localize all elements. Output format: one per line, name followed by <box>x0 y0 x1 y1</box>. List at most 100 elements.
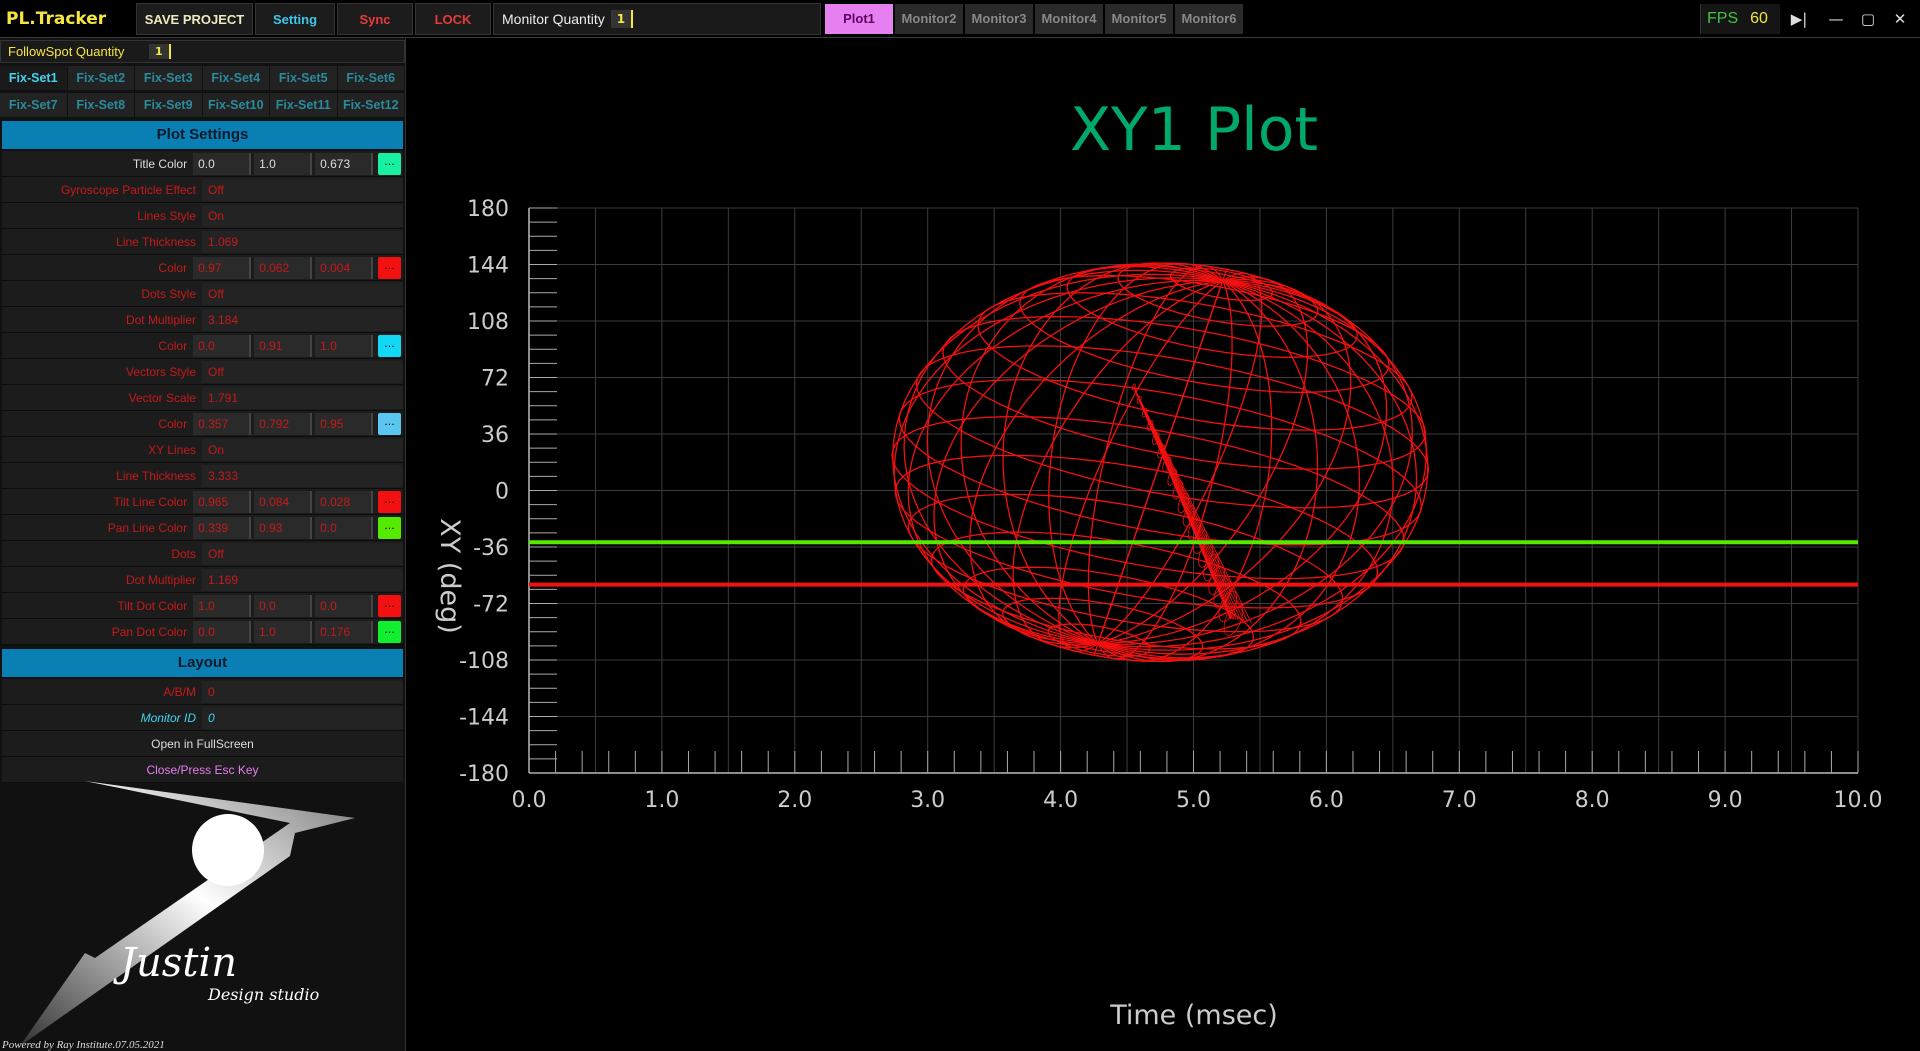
monitor-quantity-label: Monitor Quantity <box>502 10 605 27</box>
rgb-channel-input[interactable]: 0.965 <box>193 490 252 513</box>
tab-monitor6[interactable]: Monitor6 <box>1175 3 1243 34</box>
followspot-quantity-field[interactable]: FollowSpot Quantity 1 <box>0 40 405 63</box>
rgb-channel-input[interactable]: 0.339 <box>193 516 252 539</box>
maximize-icon[interactable]: ▢ <box>1852 0 1884 38</box>
followspot-quantity-label: FollowSpot Quantity <box>8 44 125 59</box>
followspot-quantity-input[interactable]: 1 <box>149 44 171 59</box>
color-picker-button[interactable]: ... <box>378 152 401 175</box>
tab-fixset5[interactable]: Fix-Set5 <box>270 66 337 90</box>
rgb-channel-input[interactable]: 0.028 <box>315 490 374 513</box>
setting-label: Gyroscope Particle Effect <box>60 182 196 197</box>
setting-value-input[interactable]: Off <box>202 542 403 565</box>
rgb-channel-input[interactable]: 0.91 <box>254 334 313 357</box>
skip-icon[interactable]: ▶| <box>1783 0 1815 38</box>
minimize-icon[interactable]: — <box>1820 0 1852 38</box>
setting-value-input[interactable]: 1.791 <box>202 386 403 409</box>
color-picker-button[interactable]: ... <box>378 516 401 539</box>
y-tick-label: -144 <box>459 706 509 731</box>
rgb-channel-input[interactable]: 1.0 <box>254 620 313 643</box>
tab-fixset8[interactable]: Fix-Set8 <box>67 93 134 117</box>
setting-value-input[interactable]: Off <box>202 282 403 305</box>
tab-fixset2[interactable]: Fix-Set2 <box>67 66 134 90</box>
monitor-quantity-input[interactable]: 1 <box>610 9 634 28</box>
rgb-channel-input[interactable]: 0.176 <box>315 620 374 643</box>
setting-label: Dots <box>171 546 196 561</box>
rgb-channel-input[interactable]: 0.0 <box>193 334 252 357</box>
tab-fixset9[interactable]: Fix-Set9 <box>135 93 202 117</box>
sync-button[interactable]: Sync <box>337 2 413 35</box>
setting-row: Dots Style Off <box>2 281 403 307</box>
x-tick-label: 9.0 <box>1708 788 1743 813</box>
y-tick-label: -180 <box>459 762 509 787</box>
color-picker-button[interactable]: ... <box>378 620 401 643</box>
color-picker-button[interactable]: ... <box>378 334 401 357</box>
rgb-channel-input[interactable]: 0.357 <box>193 412 252 435</box>
monitor-quantity-field[interactable]: Monitor Quantity 1 <box>493 2 821 35</box>
tab-fixset11[interactable]: Fix-Set11 <box>270 93 337 117</box>
lock-button[interactable]: LOCK <box>415 2 491 35</box>
tab-monitor2[interactable]: Monitor2 <box>895 3 963 34</box>
rgb-channel-input[interactable]: 0.0 <box>193 152 252 175</box>
rgb-channel-input[interactable]: 0.93 <box>254 516 313 539</box>
y-tick-label: 36 <box>481 423 509 448</box>
xy-plot[interactable]: XY1 Plot Time (msec) XY (deg) 0.0 1.0 2.0 3… <box>408 38 1920 1051</box>
setting-label: Dot Multiplier <box>125 572 196 587</box>
y-tick-label: 72 <box>481 367 509 392</box>
setting-label: Title Color <box>132 156 188 171</box>
tab-fixset6[interactable]: Fix-Set6 <box>337 66 404 90</box>
rgb-channel-input[interactable]: 0.084 <box>254 490 313 513</box>
monitor-id-input[interactable]: 0 <box>202 706 403 729</box>
rgb-inputs: 0.357 0.792 0.95 <box>193 412 376 435</box>
rgb-channel-input[interactable]: 0.0 <box>315 516 374 539</box>
setting-button[interactable]: Setting <box>255 2 335 35</box>
setting-label: Color <box>158 260 188 275</box>
rgb-channel-input[interactable]: 1.0 <box>315 334 374 357</box>
tab-fixset4[interactable]: Fix-Set4 <box>202 66 269 90</box>
rgb-channel-input[interactable]: 1.0 <box>254 152 313 175</box>
close-icon[interactable]: ✕ <box>1884 0 1916 38</box>
monitor-id-row: Monitor ID 0 <box>2 705 403 731</box>
save-project-button[interactable]: SAVE PROJECT <box>136 2 253 35</box>
color-picker-button[interactable]: ... <box>378 490 401 513</box>
tab-fixset7[interactable]: Fix-Set7 <box>0 93 67 117</box>
setting-value-input[interactable]: 3.184 <box>202 308 403 331</box>
tab-fixset12[interactable]: Fix-Set12 <box>337 93 404 117</box>
setting-value-input[interactable]: 3.333 <box>202 464 403 487</box>
color-picker-button[interactable]: ... <box>378 594 401 617</box>
tab-fixset3[interactable]: Fix-Set3 <box>135 66 202 90</box>
setting-value-input[interactable]: Off <box>202 178 403 201</box>
abm-label: A/B/M <box>163 684 196 699</box>
setting-value-input[interactable]: On <box>202 438 403 461</box>
setting-value-input[interactable]: Off <box>202 360 403 383</box>
rgb-channel-input[interactable]: 1.0 <box>193 594 252 617</box>
tab-monitor5[interactable]: Monitor5 <box>1105 3 1173 34</box>
y-tick-label: -36 <box>473 536 509 561</box>
rgb-channel-input[interactable]: 0.95 <box>315 412 374 435</box>
rgb-channel-input[interactable]: 0.97 <box>193 256 252 279</box>
tab-fixset1[interactable]: Fix-Set1 <box>0 66 67 90</box>
tab-monitor4[interactable]: Monitor4 <box>1035 3 1103 34</box>
setting-row: Title Color 0.0 1.0 0.673... <box>2 151 403 177</box>
color-picker-button[interactable]: ... <box>378 256 401 279</box>
sphere-longitude-line <box>1097 272 1263 645</box>
setting-row: Tilt Dot Color 1.0 0.0 0.0... <box>2 593 403 619</box>
y-tick-label: 144 <box>467 254 509 279</box>
tab-fixset10[interactable]: Fix-Set10 <box>202 93 269 117</box>
rgb-channel-input[interactable]: 0.0 <box>193 620 252 643</box>
tab-plot1[interactable]: Plot1 <box>825 3 893 34</box>
rgb-channel-input[interactable]: 0.673 <box>315 152 374 175</box>
setting-value-input[interactable]: 1.169 <box>202 568 403 591</box>
rgb-channel-input[interactable]: 0.0 <box>315 594 374 617</box>
tab-monitor3[interactable]: Monitor3 <box>965 3 1033 34</box>
setting-value-input[interactable]: 1.069 <box>202 230 403 253</box>
setting-value-input[interactable]: On <box>202 204 403 227</box>
rgb-channel-input[interactable]: 0.062 <box>254 256 313 279</box>
setting-row: Color 0.357 0.792 0.95... <box>2 411 403 437</box>
abm-input[interactable]: 0 <box>202 680 403 703</box>
rgb-inputs: 0.965 0.084 0.028 <box>193 490 376 513</box>
rgb-channel-input[interactable]: 0.792 <box>254 412 313 435</box>
color-picker-button[interactable]: ... <box>378 412 401 435</box>
rgb-channel-input[interactable]: 0.004 <box>315 256 374 279</box>
rgb-inputs: 1.0 0.0 0.0 <box>193 594 376 617</box>
rgb-channel-input[interactable]: 0.0 <box>254 594 313 617</box>
